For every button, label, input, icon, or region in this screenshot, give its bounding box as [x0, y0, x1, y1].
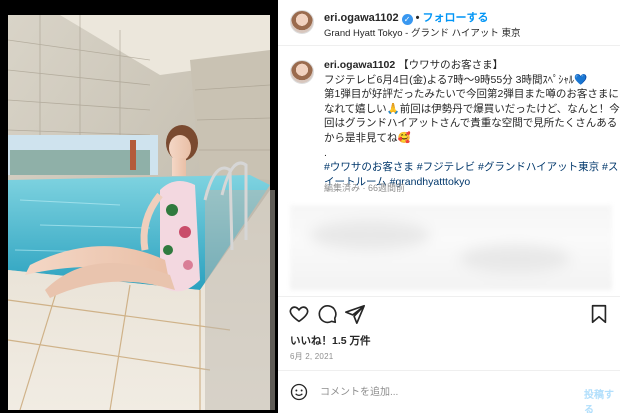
caption-meta: 編集済み · 66週間前	[324, 183, 406, 193]
dot-separator: •	[415, 12, 420, 24]
follow-button[interactable]: フォローする	[422, 12, 488, 24]
caption-line: 【ウワサのお客さま】	[398, 59, 504, 71]
post-photo[interactable]	[0, 0, 278, 413]
blur-blob	[460, 245, 570, 273]
pool-photo-image	[7, 15, 275, 411]
caption-avatar[interactable]	[290, 60, 314, 84]
caption-line: フジテレビ6月4日(金)よる7時〜9時55分 3時間ｽﾍﾟｼｬﾙ💙	[324, 73, 588, 86]
bookmark-icon[interactable]	[588, 303, 610, 325]
emoji-icon[interactable]	[290, 383, 308, 401]
post-location[interactable]: Grand Hyatt Tokyo - グランド ハイアット 東京	[324, 25, 521, 39]
comment-input[interactable]	[320, 383, 550, 401]
post-date[interactable]: 6月 2, 2021	[290, 351, 333, 362]
hashtag-line[interactable]: #ウワサのお客さま #フジテレビ #グランドハイアット東京 #ス	[324, 160, 618, 175]
caption-line: 回はグランドハイアットさんで貴重な空間で見所たくさんある	[324, 117, 618, 130]
caption-username[interactable]: eri.ogawa1102	[324, 59, 395, 71]
post-comment-button[interactable]: 投稿する	[584, 386, 620, 413]
likes-count[interactable]: いいね！1.5 万件	[290, 333, 371, 348]
share-icon[interactable]	[344, 303, 366, 325]
caption-line: なれて嬉しい🙏前回は伊勢丹で爆買いだったけど、なんと！今	[324, 102, 620, 115]
caption-line: .	[324, 146, 327, 159]
caption-line: から是非見てね🥰	[324, 131, 411, 144]
post-header: eri.ogawa1102 ✓ • フォローする Grand Hyatt Tokyo …	[278, 0, 620, 46]
blurred-comments-area	[290, 205, 612, 290]
caption-line: 第1弾目が好評だったみたいで今回第2弾目また噂のお客さまに	[324, 88, 619, 101]
blur-blob	[310, 220, 430, 250]
header-user-row: eri.ogawa1102 ✓ • フォローする	[324, 9, 488, 25]
comment-bar: 投稿する	[278, 370, 620, 413]
caption-first-line: eri.ogawa1102 【ウワサのお客さま】	[324, 58, 612, 73]
comment-icon[interactable]	[316, 303, 338, 325]
verified-badge-icon: ✓	[401, 14, 413, 25]
header-username[interactable]: eri.ogawa1102	[324, 12, 399, 24]
heart-icon[interactable]	[288, 303, 310, 325]
header-avatar[interactable]	[290, 10, 314, 34]
post-caption: eri.ogawa1102 【ウワサのお客さま】 フジテレビ6月4日(金)よる7…	[324, 58, 620, 189]
post-side-panel: eri.ogawa1102 ✓ • フォローする Grand Hyatt Tokyo …	[278, 0, 620, 413]
action-bar	[278, 296, 620, 330]
